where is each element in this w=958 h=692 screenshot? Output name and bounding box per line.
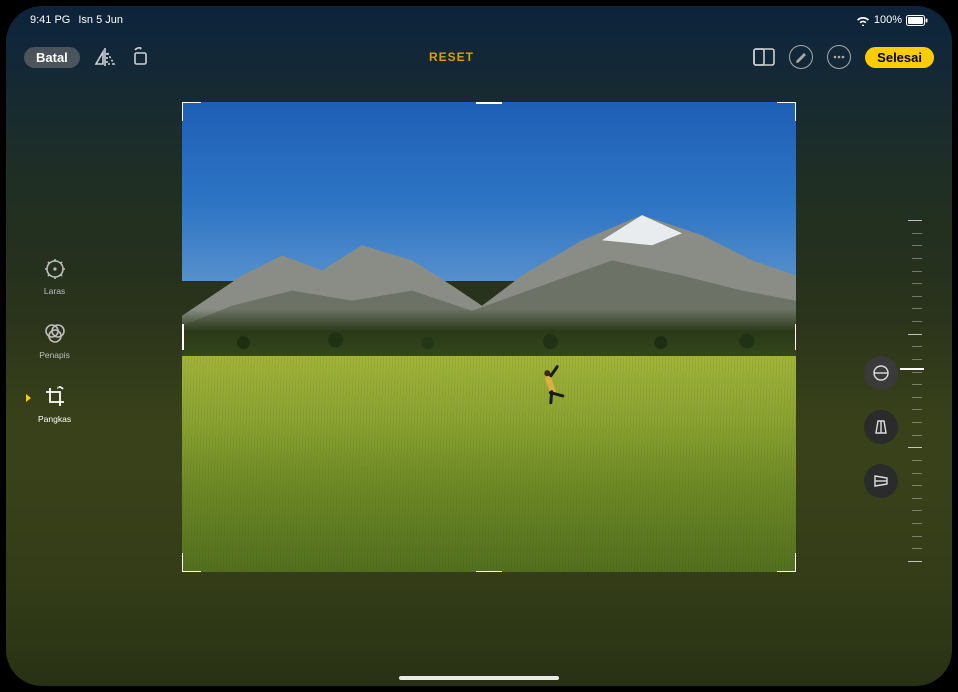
sidebar-item-label: Pangkas [38, 414, 71, 424]
crop-handle-top-left[interactable] [182, 102, 201, 121]
crop-handle-right[interactable] [795, 324, 797, 350]
crop-rotate-icon [42, 384, 68, 410]
straighten-ruler[interactable] [904, 216, 922, 566]
sidebar-item-adjust[interactable]: Laras [42, 256, 68, 296]
crop-handle-top[interactable] [476, 102, 502, 104]
sidebar-item-filters[interactable]: Penapis [39, 320, 70, 360]
home-indicator[interactable] [399, 676, 559, 680]
straighten-panel [864, 216, 922, 566]
markup-icon[interactable] [789, 45, 813, 69]
crop-handle-left[interactable] [182, 324, 184, 350]
cancel-button[interactable]: Batal [24, 47, 80, 68]
crop-handle-bottom-right[interactable] [777, 553, 796, 572]
status-time: 9:41 PG [30, 14, 70, 26]
adjust-dial-icon [42, 256, 68, 282]
flip-icon[interactable] [94, 47, 116, 67]
crop-canvas[interactable] [182, 102, 796, 572]
status-date: Isn 5 Jun [78, 14, 123, 26]
battery-percent: 100% [874, 14, 902, 26]
sidebar-item-label: Penapis [39, 350, 70, 360]
status-bar: 9:41 PG Isn 5 Jun 100% [6, 6, 952, 34]
perspective-vertical-button[interactable] [864, 410, 898, 444]
crop-handle-bottom[interactable] [476, 571, 502, 573]
active-indicator-icon [26, 394, 31, 402]
perspective-horizontal-button[interactable] [864, 464, 898, 498]
sidebar-item-label: Laras [44, 286, 65, 296]
filters-venn-icon [42, 320, 68, 346]
done-button[interactable]: Selesai [865, 47, 934, 68]
sidebar-item-crop[interactable]: Pangkas [38, 384, 71, 424]
aspect-ratio-icon[interactable] [753, 48, 775, 66]
more-icon[interactable] [827, 45, 851, 69]
edit-mode-sidebar: Laras Penapis Pangkas [38, 256, 71, 424]
rotate-icon[interactable] [130, 47, 150, 67]
photo-preview [182, 102, 796, 572]
wifi-icon [856, 15, 870, 26]
straighten-button[interactable] [864, 356, 898, 390]
editor-toolbar: Batal RESET Selesai [6, 36, 952, 78]
battery-icon [906, 15, 928, 26]
crop-handle-bottom-left[interactable] [182, 553, 201, 572]
reset-button[interactable]: RESET [429, 50, 474, 64]
crop-handle-top-right[interactable] [777, 102, 796, 121]
ruler-pointer-handle[interactable] [900, 368, 924, 370]
